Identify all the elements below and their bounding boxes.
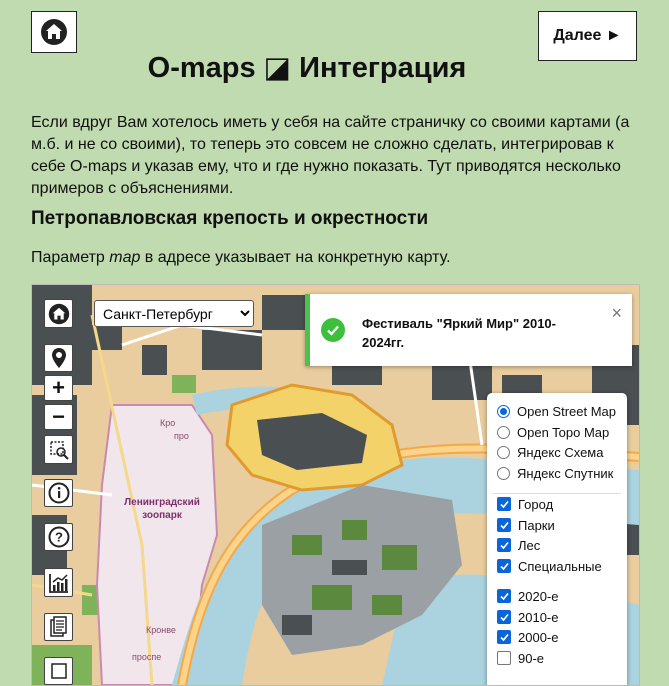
checkbox-2000s[interactable]: [497, 630, 511, 644]
overlay-2010s[interactable]: 2010-е: [497, 608, 558, 626]
zoom-area-icon: [49, 440, 69, 460]
home-icon: [48, 303, 69, 324]
layer-label: Open Street Map: [517, 403, 616, 419]
chart-icon: [48, 573, 68, 593]
layers-divider: [493, 493, 621, 494]
overlay-label: Город: [518, 496, 554, 512]
overlay-label: 2000-е: [518, 629, 559, 645]
zoo-label: Ленинградский зоопарк: [124, 497, 200, 521]
layer-label: Open Topo Map: [517, 424, 610, 440]
statistics-button[interactable]: [44, 568, 73, 597]
map-label-kronv-bottom: Кронве: [146, 625, 176, 635]
param-name: map: [109, 249, 141, 266]
radio-opentopo[interactable]: [497, 425, 510, 439]
layer-yandex-scheme[interactable]: Яндекс Схема: [497, 443, 603, 461]
checkbox-forest[interactable]: [497, 538, 511, 552]
home-button[interactable]: [31, 11, 77, 53]
overlay-label: 2020-е: [518, 588, 559, 604]
overlay-90s[interactable]: 90-е: [497, 649, 544, 667]
checkbox-special[interactable]: [497, 559, 511, 573]
list-button[interactable]: [44, 613, 73, 641]
zoom-in-button[interactable]: +: [44, 375, 73, 401]
svg-text:?: ?: [55, 530, 63, 545]
zoom-out-button[interactable]: −: [44, 404, 73, 430]
overlay-city[interactable]: Город: [497, 495, 553, 513]
radio-yandex-scheme[interactable]: [497, 445, 510, 459]
table-icon: [50, 663, 67, 679]
intro-text: Если вдруг Вам хотелось иметь у себя на …: [31, 114, 630, 197]
location-pin-icon: [51, 348, 66, 368]
checkbox-city[interactable]: [497, 497, 511, 511]
layer-osm[interactable]: Open Street Map: [497, 402, 616, 420]
overlay-label: Парки: [518, 517, 555, 533]
param-text-after: в адресе указывает на конкретную карту.: [140, 249, 451, 266]
help-icon: ?: [48, 526, 69, 548]
overlay-label: 2010-е: [518, 609, 559, 625]
checkbox-2020s[interactable]: [497, 589, 511, 603]
section-title: Петропавловская крепость и окрестности: [31, 208, 429, 229]
map-label-kron: Кро: [160, 418, 176, 428]
extra-button[interactable]: [44, 657, 73, 685]
overlay-2000s[interactable]: 2000-е: [497, 628, 558, 646]
city-select[interactable]: Санкт-Петербург: [94, 300, 254, 327]
overlay-special[interactable]: Специальные: [497, 557, 602, 575]
overlay-2020s[interactable]: 2020-е: [497, 587, 558, 605]
overlay-forest[interactable]: Лес: [497, 536, 540, 554]
close-icon[interactable]: ×: [611, 304, 622, 322]
layers-panel: Open Street Map Open Topo Map Яндекс Схе…: [487, 393, 627, 685]
map-view[interactable]: Кро про Ленинградский зоопарк Кронве про…: [31, 284, 640, 686]
page-title: O-maps ◪ Интеграция: [147, 52, 467, 84]
radio-osm[interactable]: [497, 404, 510, 418]
map-label-pro: про: [174, 431, 189, 441]
zoom-area-button[interactable]: [44, 435, 73, 464]
checkbox-90s[interactable]: [497, 651, 511, 665]
info-button[interactable]: [44, 479, 73, 507]
event-notification: Фестиваль "Яркий Мир" 2010-2024гг. ×: [305, 294, 632, 366]
help-button[interactable]: ?: [44, 523, 73, 551]
map-home-button[interactable]: [44, 299, 73, 328]
info-icon: [48, 482, 69, 504]
home-icon: [41, 19, 67, 45]
locate-button[interactable]: [44, 344, 73, 372]
param-description: Параметр map в адресе указывает на конкр…: [31, 249, 451, 267]
overlay-label: Лес: [518, 537, 541, 553]
layer-label: Яндекс Схема: [517, 444, 604, 460]
layer-label: Яндекс Спутник: [517, 465, 614, 481]
layer-opentopo[interactable]: Open Topo Map: [497, 423, 609, 441]
param-text-before: Параметр: [31, 249, 110, 266]
radio-yandex-satellite[interactable]: [497, 466, 510, 480]
checkbox-2010s[interactable]: [497, 610, 511, 624]
notification-text: Фестиваль "Яркий Мир" 2010-2024гг.: [362, 316, 556, 350]
map-label-prosp-bottom: проспе: [132, 652, 162, 662]
document-icon: [49, 616, 67, 637]
check-circle-icon: [321, 318, 345, 342]
overlay-label: Специальные: [518, 558, 602, 574]
checkbox-parks[interactable]: [497, 518, 511, 532]
layer-yandex-satellite[interactable]: Яндекс Спутник: [497, 464, 613, 482]
overlay-parks[interactable]: Парки: [497, 516, 555, 534]
overlay-label: 90-е: [518, 650, 545, 666]
